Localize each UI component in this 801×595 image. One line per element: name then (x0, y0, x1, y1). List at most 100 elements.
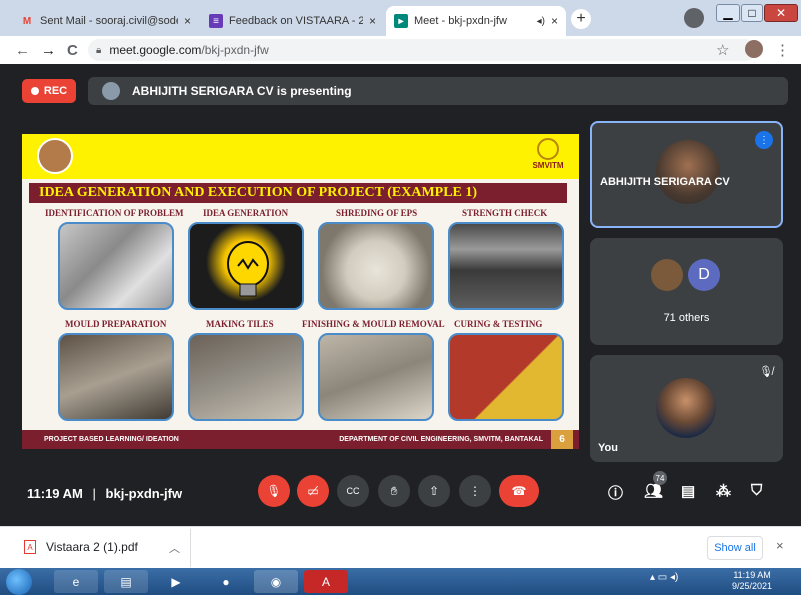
record-dot-icon (30, 87, 39, 95)
chevron-up-icon[interactable]: ︿ (169, 540, 180, 556)
file-explorer-icon[interactable]: ▤ (104, 570, 148, 593)
chat-icon[interactable]: ▤ (681, 482, 695, 500)
step-label: MAKING TILES (206, 319, 274, 329)
system-tray-icons[interactable]: ▴ ▭ ◂) (650, 572, 678, 583)
download-file-name: Vistaara 2 (1).pdf (46, 540, 138, 554)
show-all-button[interactable]: Show all (707, 536, 763, 560)
tab-forms[interactable]: ≡ Feedback on VISTAARA - 2- Two × (201, 6, 384, 36)
download-bar: A Vistaara 2 (1).pdf ︿ Show all × (0, 526, 801, 568)
speaking-indicator-icon: ⋮ (755, 131, 773, 149)
ie-icon[interactable]: e (54, 570, 98, 593)
menu-icon[interactable]: ⋮ (775, 41, 790, 59)
activities-icon[interactable]: ⁂ (716, 482, 731, 500)
windows-taskbar: e ▤ ▶ ● ◉ A ▴ ▭ ◂) 11:19 AM 9/25/2021 (0, 568, 801, 595)
download-item[interactable]: A Vistaara 2 (1).pdf (24, 540, 138, 554)
lock-icon: 🔒︎ (96, 44, 102, 56)
gmail-icon: M (22, 15, 32, 27)
new-tab-button[interactable]: + (571, 9, 591, 29)
clock-time: 11:19 AM (733, 570, 771, 580)
address-bar[interactable]: 🔒︎ meet.google.com/bkj-pxdn-jfw (88, 39, 756, 61)
presenter-tile[interactable]: ⋮ ABHIJITH SERIGARA CV (590, 121, 783, 228)
raise-hand-icon: ✋︎ (390, 483, 398, 498)
address-host: meet.google.com (109, 43, 202, 57)
presenter-photo (37, 138, 73, 174)
present-screen-icon: ⇧ (428, 484, 440, 498)
forms-icon: ≡ (209, 14, 223, 28)
leave-call-button[interactable]: ☎︎ (499, 475, 539, 507)
participant-count-badge: 74 (653, 471, 667, 485)
presenting-banner: ABHIJITH SERIGARA CV is presenting (88, 77, 788, 105)
tab-title: Sent Mail - sooraj.civil@sode-ed (40, 15, 178, 27)
firefox-icon[interactable]: ● (204, 570, 248, 593)
camera-toggle-button[interactable]: ▭̸ (297, 475, 329, 507)
presenting-text: ABHIJITH SERIGARA CV is presenting (132, 84, 352, 98)
participant-avatar-d: D (688, 259, 720, 291)
close-tab-icon[interactable]: × (551, 14, 558, 28)
bookmark-star-icon[interactable]: ☆ (716, 41, 729, 59)
others-tile[interactable]: D 71 others (590, 238, 783, 345)
strength-check-image (448, 222, 564, 310)
close-download-bar-icon[interactable]: × (776, 538, 784, 553)
meet-window: REC ABHIJITH SERIGARA CV is presenting S… (0, 64, 801, 526)
close-tab-icon[interactable]: × (369, 14, 376, 28)
slide-title: IDEA GENERATION AND EXECUTION OF PROJECT… (29, 183, 567, 203)
tab-meet[interactable]: ▸ Meet - bkj-pxdn-jfw ◂) × (386, 6, 566, 36)
back-icon[interactable]: ← (15, 42, 30, 59)
start-button[interactable] (6, 569, 32, 595)
present-now-button[interactable]: ⇧ (418, 475, 450, 507)
step-label: CURING & TESTING (454, 319, 543, 329)
close-window-button[interactable]: ✕ (764, 4, 798, 22)
mic-toggle-button[interactable]: 🎙︎ (258, 475, 290, 507)
step-label: FINISHING & MOULD REMOVAL (302, 319, 445, 329)
self-avatar (656, 378, 716, 438)
divider (190, 529, 191, 567)
self-tile[interactable]: 🎙︎̸ You (590, 355, 783, 462)
pdf-file-icon: A (24, 540, 36, 554)
presentation-slide: SMVITM IDEA GENERATION AND EXECUTION OF … (22, 134, 579, 449)
making-tiles-image (188, 333, 304, 421)
step-label: STRENGTH CHECK (462, 208, 548, 218)
raise-hand-button[interactable]: ✋︎ (378, 475, 410, 507)
acrobat-icon[interactable]: A (304, 570, 348, 593)
step-label: IDENTIFICATION OF PROBLEM (45, 208, 184, 218)
college-logo: SMVITM (529, 138, 567, 170)
lightbulb-icon (227, 241, 269, 297)
step-label: IDEA GENERATION (203, 208, 289, 218)
problem-image (58, 222, 174, 310)
captions-button[interactable]: CC (337, 475, 369, 507)
reload-icon[interactable]: C (67, 42, 78, 59)
tab-title: Meet - bkj-pxdn-jfw (414, 15, 507, 27)
slide-page-number: 6 (551, 430, 573, 449)
audio-playing-icon[interactable]: ◂) (537, 16, 545, 27)
footer-right: DEPARTMENT OF CIVIL ENGINEERING, SMVITM,… (339, 436, 543, 443)
tab-strip: M Sent Mail - sooraj.civil@sode-ed × ≡ F… (0, 0, 801, 36)
tab-title: Feedback on VISTAARA - 2- Two (229, 15, 363, 27)
meeting-info-icon[interactable]: ⓘ (608, 482, 623, 503)
profile-icon[interactable] (684, 8, 704, 28)
close-tab-icon[interactable]: × (184, 14, 191, 28)
recording-badge: REC (22, 79, 76, 103)
participant-avatar (651, 259, 683, 291)
slide-header-band (22, 134, 579, 179)
host-controls-icon[interactable]: ⛉ (751, 482, 762, 499)
self-name: You (598, 442, 618, 454)
account-avatar[interactable] (745, 40, 763, 58)
mould-preparation-image (58, 333, 174, 421)
address-path: /bkj-pxdn-jfw (201, 43, 269, 57)
hang-up-icon: ☎︎ (511, 484, 527, 498)
rec-label: REC (43, 85, 68, 97)
meeting-time: 11:19 AM (27, 486, 83, 501)
forward-icon[interactable]: → (41, 42, 56, 59)
lightbulb-image (188, 222, 304, 310)
others-count: 71 others (663, 312, 710, 324)
maximize-button[interactable]: □ (741, 4, 763, 22)
more-options-button[interactable]: ⋮ (459, 475, 491, 507)
chrome-icon[interactable]: ◉ (254, 570, 298, 593)
taskbar-clock[interactable]: 11:19 AM 9/25/2021 (732, 570, 772, 592)
eps-shredding-image (318, 222, 434, 310)
slide-footer: PROJECT BASED LEARNING/ IDEATION DEPARTM… (22, 430, 579, 449)
media-player-icon[interactable]: ▶ (154, 570, 198, 593)
tab-gmail[interactable]: M Sent Mail - sooraj.civil@sode-ed × (12, 6, 199, 36)
minimize-button[interactable]: ▁ (716, 4, 740, 22)
step-label: MOULD PREPARATION (65, 319, 167, 329)
